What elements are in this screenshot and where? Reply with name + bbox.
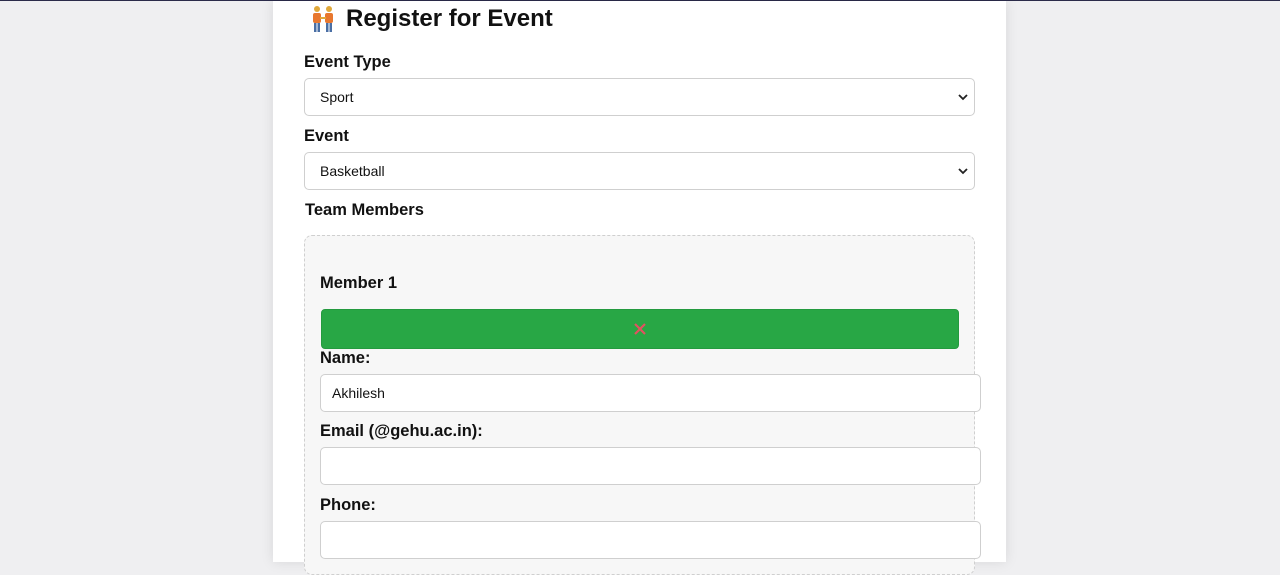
- page-title: Register for Event: [346, 5, 553, 32]
- people-holding-hands-icon: [313, 6, 333, 32]
- close-icon: [634, 323, 646, 335]
- event-type-select[interactable]: Sport: [304, 78, 975, 116]
- name-value: Akhilesh: [332, 385, 385, 401]
- chevron-down-icon: [958, 94, 968, 101]
- member-heading: Member 1: [320, 274, 398, 292]
- email-label: Email (@gehu.ac.in):: [320, 422, 483, 440]
- event-type-value: Sport: [320, 89, 354, 105]
- phone-label: Phone:: [320, 496, 376, 514]
- team-members-label: Team Members: [305, 201, 424, 219]
- name-input[interactable]: Akhilesh: [320, 374, 981, 412]
- name-label: Name:: [320, 349, 371, 367]
- email-input[interactable]: [320, 447, 981, 485]
- remove-member-button[interactable]: [321, 309, 959, 349]
- event-select[interactable]: Basketball: [304, 152, 975, 190]
- phone-input[interactable]: [320, 521, 981, 559]
- registration-card: Register for Event Event Type Sport Even…: [273, 1, 1006, 575]
- event-label: Event: [304, 127, 349, 145]
- chevron-down-icon: [958, 168, 968, 175]
- page-header: Register for Event: [311, 4, 553, 34]
- event-type-label: Event Type: [304, 53, 391, 71]
- event-value: Basketball: [320, 163, 385, 179]
